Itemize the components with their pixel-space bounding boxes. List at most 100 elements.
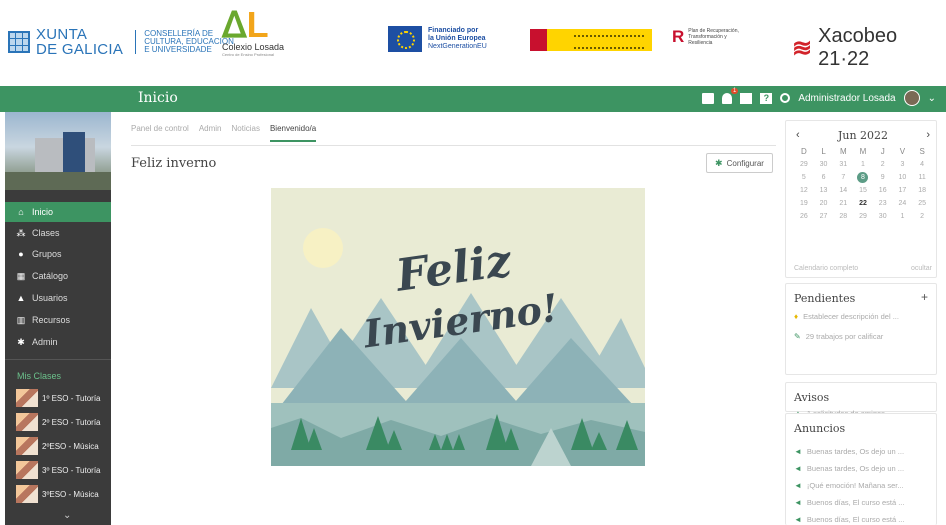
sidebar-item-recursos[interactable]: ▥ Recursos (5, 310, 111, 330)
chevron-left-icon[interactable]: ‹ (796, 129, 800, 142)
calendar-day[interactable]: 2 (873, 159, 893, 170)
sidebar-item-grupos[interactable]: ● Grupos (5, 244, 111, 264)
calendar-day[interactable]: 30 (873, 211, 893, 222)
mail-icon[interactable] (702, 92, 715, 104)
sidebar-item-label: Grupos (32, 249, 62, 259)
calendar-day[interactable]: 15 (853, 185, 873, 196)
sidebar-item-inicio[interactable]: ⌂ Inicio (5, 202, 111, 222)
calendar-day[interactable]: 31 (833, 159, 853, 170)
sidebar-item-clases[interactable]: ⁂ Clases (5, 223, 111, 243)
announcement-item[interactable]: ◄ ¡Qué emoción! Mañana ser... (794, 481, 934, 490)
prtr-line-2: Transformación y Resiliencia (688, 34, 727, 46)
calendar-day[interactable]: 1 (893, 211, 913, 222)
calendar-day[interactable]: 18 (912, 185, 932, 196)
search-icon[interactable] (780, 93, 791, 103)
calendar-day[interactable]: 10 (893, 172, 913, 183)
calendar-day[interactable]: 8 (857, 172, 869, 183)
gear-icon: ✱ (17, 336, 25, 347)
hide-calendar-link[interactable]: ocultar (911, 265, 932, 272)
pencil-icon: ✎ (794, 332, 801, 341)
calendar-day[interactable]: 25 (912, 198, 932, 209)
announcements-title: Anuncios (794, 422, 846, 435)
calendar-day[interactable]: 28 (833, 211, 853, 222)
announcement-item[interactable]: ◄ Buenas tardes, Os dejo un ... (794, 464, 934, 473)
calendar-day[interactable]: 22 (853, 198, 873, 209)
user-name[interactable]: Administrador Losada (798, 93, 895, 104)
class-item[interactable]: 3º ESO - Tutoría (5, 459, 111, 481)
announcement-item[interactable]: ◄ Buenos días, El curso está ... (794, 498, 934, 507)
class-label: 3ºESO - Música (42, 489, 99, 499)
sidebar-item-catalogo[interactable]: ▦ Catálogo (5, 266, 111, 286)
sidebar-divider (5, 359, 111, 360)
calendar-day[interactable]: 24 (893, 198, 913, 209)
chevron-down-icon[interactable]: ⌄ (928, 93, 936, 104)
class-item[interactable]: 2º ESO - Tutoría (5, 411, 111, 433)
sidebar-item-usuarios[interactable]: ▲ Usuarios (5, 288, 111, 308)
tab-panel-control[interactable]: Panel de control (131, 124, 189, 142)
pending-card: Pendientes + ♦ Establecer descripción del… (785, 283, 937, 375)
avatar[interactable] (903, 90, 920, 106)
class-item[interactable]: 3ºESO - Música (5, 483, 111, 505)
chevron-right-icon[interactable]: › (926, 129, 930, 142)
prtr-text: Plan de Recuperación, Transformación y R… (688, 28, 748, 46)
calendar-day[interactable]: 2 (912, 211, 932, 222)
calendar-day[interactable]: 16 (873, 185, 893, 196)
calendar-day[interactable]: 29 (794, 159, 814, 170)
calendar-day[interactable]: 11 (912, 172, 932, 183)
chevron-down-icon[interactable]: ⌄ (63, 510, 71, 521)
announcement-item[interactable]: ◄ Buenos días, El curso está ... (794, 515, 934, 524)
banner-line-2: Invierno! (360, 284, 561, 357)
calendar-day[interactable]: 6 (814, 172, 834, 183)
logos-band: XUNTA DE GALICIA CONSELLERÍA DE CULTURA,… (0, 0, 946, 85)
my-classes-heading: Mis Clases (17, 371, 62, 381)
announcement-item[interactable]: ◄ Buenas tardes, Os dejo un ... (794, 447, 934, 456)
calendar-day[interactable]: 21 (833, 198, 853, 209)
calendar-day[interactable]: 1 (853, 159, 873, 170)
full-calendar-link[interactable]: Calendario completo (794, 265, 858, 272)
calendar-day[interactable]: 30 (814, 159, 834, 170)
calendar-day[interactable]: 3 (893, 159, 913, 170)
tab-noticias[interactable]: Noticias (232, 124, 260, 142)
spanish-government-logo (530, 29, 652, 51)
sidebar-item-admin[interactable]: ✱ Admin (5, 332, 111, 352)
pending-item-label: Establecer descripción del ... (803, 312, 899, 321)
class-item[interactable]: 1º ESO - Tutoría (5, 387, 111, 409)
calendar-day[interactable]: 4 (912, 159, 932, 170)
pending-item[interactable]: ♦ Establecer descripción del ... (794, 312, 934, 321)
help-icon[interactable]: ? (760, 92, 773, 104)
calendar-day[interactable]: 14 (833, 185, 853, 196)
calendar-day[interactable]: 17 (893, 185, 913, 196)
calendar-dow-label: S (919, 147, 925, 156)
calendar-day[interactable]: 13 (814, 185, 834, 196)
calendar-day[interactable]: 29 (853, 211, 873, 222)
calendar-icon[interactable] (740, 92, 753, 104)
tab-admin[interactable]: Admin (199, 124, 222, 142)
class-label: 3º ESO - Tutoría (42, 465, 101, 475)
calendar-day[interactable]: 23 (873, 198, 893, 209)
calendar-day[interactable]: 26 (794, 211, 814, 222)
calendar-dow-label: V (899, 147, 906, 156)
xacobeo-logo: ≋ Xacobeo 21·22 (792, 25, 946, 71)
calendar-day[interactable]: 12 (794, 185, 814, 196)
pending-item[interactable]: ✎ 29 trabajos por calificar (794, 332, 934, 341)
bell-icon[interactable]: 1 (722, 87, 739, 104)
configure-button[interactable]: ✱ Configurar (706, 153, 773, 173)
announcement-label: Buenas tardes, Os dejo un ... (806, 464, 905, 473)
megaphone-icon: ◄ (794, 481, 802, 490)
gear-icon: ✱ (715, 157, 723, 168)
class-item[interactable]: 2ºESO - Música (5, 435, 111, 457)
plus-icon[interactable]: + (921, 290, 928, 304)
calendar-day[interactable]: 7 (833, 172, 853, 183)
calendar-day[interactable]: 19 (794, 198, 814, 209)
calendar-day[interactable]: 5 (794, 172, 814, 183)
calendar-widget: ‹ Jun 2022 › D L M M J V S 29 30 31 1 2 3 4 5 6 7 8 9 10 11 1… (785, 120, 937, 278)
losada-name: Colexio Losada (222, 42, 285, 52)
class-thumbnail (16, 437, 38, 455)
calendar-month: Jun 2022 (837, 129, 889, 142)
configure-label: Configurar (726, 158, 764, 168)
notices-title: Avisos (794, 391, 830, 404)
tab-bienvenido[interactable]: Bienvenido/a (269, 124, 317, 142)
calendar-day[interactable]: 27 (814, 211, 834, 222)
calendar-day[interactable]: 9 (873, 172, 893, 183)
calendar-day[interactable]: 20 (814, 198, 834, 209)
